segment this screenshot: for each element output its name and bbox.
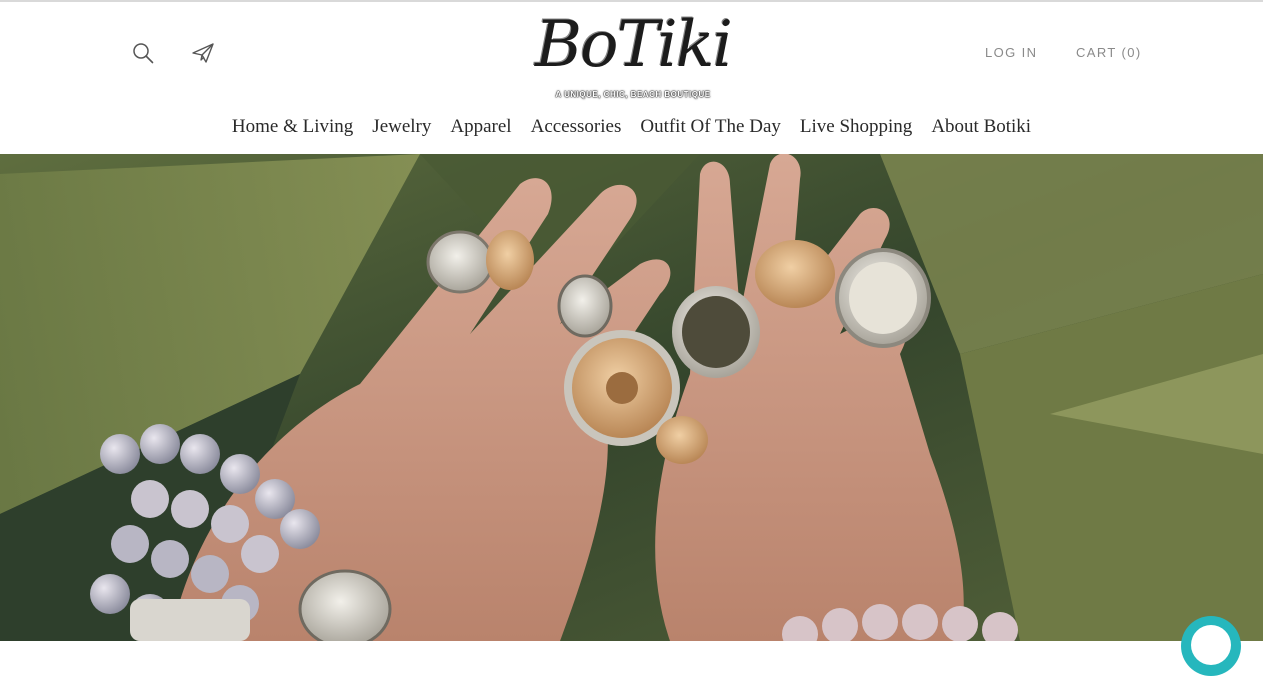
chat-bubble-inner bbox=[1191, 625, 1231, 665]
login-link[interactable]: LOG IN bbox=[985, 45, 1037, 60]
main-navigation: Home & Living Jewelry Apparel Accessorie… bbox=[0, 112, 1263, 142]
chat-bubble-icon[interactable] bbox=[1181, 616, 1241, 676]
hero-photo-illustration bbox=[0, 154, 1263, 641]
site-logo[interactable]: BoTiki A UNIQUE, CHIC, BEACH BOUTIQUE bbox=[528, 6, 738, 110]
logo-tagline: A UNIQUE, CHIC, BEACH BOUTIQUE bbox=[555, 90, 711, 99]
nav-item-accessories[interactable]: Accessories bbox=[531, 112, 622, 142]
nav-item-home-living[interactable]: Home & Living bbox=[232, 112, 353, 142]
nav-item-outfit-of-the-day[interactable]: Outfit Of The Day bbox=[640, 112, 781, 142]
nav-item-jewelry[interactable]: Jewelry bbox=[372, 112, 431, 142]
cart-link[interactable]: CART (0) bbox=[1076, 45, 1142, 60]
paper-plane-icon[interactable] bbox=[190, 40, 216, 66]
hero-image[interactable] bbox=[0, 154, 1263, 641]
search-icon[interactable] bbox=[130, 40, 156, 66]
nav-item-apparel[interactable]: Apparel bbox=[450, 112, 511, 142]
nav-item-live-shopping[interactable]: Live Shopping bbox=[800, 112, 912, 142]
nav-item-about-botiki[interactable]: About Botiki bbox=[931, 112, 1031, 142]
site-header: BoTiki A UNIQUE, CHIC, BEACH BOUTIQUE LO… bbox=[0, 2, 1263, 154]
logo-wordmark: BoTiki bbox=[535, 8, 733, 82]
